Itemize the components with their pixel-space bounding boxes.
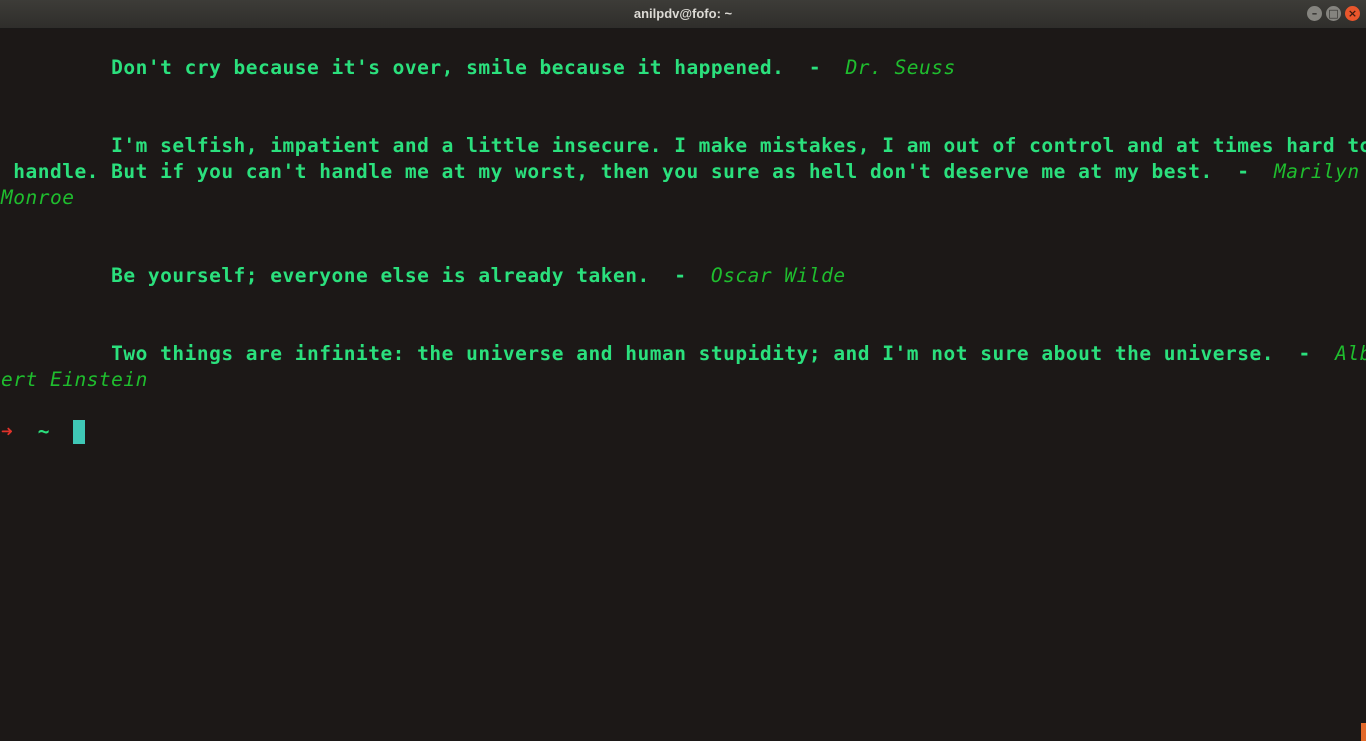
quote-text: handle. But if you can't handle me at my… <box>1 160 1274 183</box>
corner-indicator <box>1361 723 1366 741</box>
window-title: anilpdv@fofo: ~ <box>633 6 733 21</box>
quote-text: Don't cry because it's over, smile becau… <box>1 56 846 79</box>
window-controls: – □ × <box>1307 6 1360 21</box>
quote-author: Monroe <box>1 186 75 209</box>
prompt-arrow-icon: ➜ <box>1 420 14 443</box>
quote-line: Don't cry because it's over, smile becau… <box>1 55 956 81</box>
quote-line: handle. But if you can't handle me at my… <box>1 159 1360 185</box>
quote-line: Monroe <box>1 185 74 211</box>
terminal-cursor <box>73 420 85 444</box>
quote-author: Dr. Seuss <box>845 56 956 79</box>
quote-text: Two things are infinite: the universe an… <box>1 342 1336 365</box>
window-titlebar: anilpdv@fofo: ~ – □ × <box>0 0 1366 29</box>
quote-line: Be yourself; everyone else is already ta… <box>1 263 846 289</box>
quote-line: ert Einstein <box>1 367 148 393</box>
quote-author: ert Einstein <box>1 368 148 391</box>
shell-prompt: ➜ ~ <box>1 419 50 445</box>
quote-line: Two things are infinite: the universe an… <box>1 341 1366 367</box>
quote-line: I'm selfish, impatient and a little inse… <box>1 133 1366 159</box>
close-button[interactable]: × <box>1345 6 1360 21</box>
maximize-button[interactable]: □ <box>1326 6 1341 21</box>
minimize-button[interactable]: – <box>1307 6 1322 21</box>
quote-author: Marilyn <box>1273 160 1360 183</box>
quote-author: Oscar Wilde <box>710 264 846 287</box>
prompt-directory: ~ <box>37 420 50 443</box>
quote-author: Alb <box>1335 342 1366 365</box>
terminal-output[interactable]: Don't cry because it's over, smile becau… <box>0 28 1366 741</box>
quote-text: Be yourself; everyone else is already ta… <box>1 264 711 287</box>
quote-text: I'm selfish, impatient and a little inse… <box>1 134 1366 157</box>
